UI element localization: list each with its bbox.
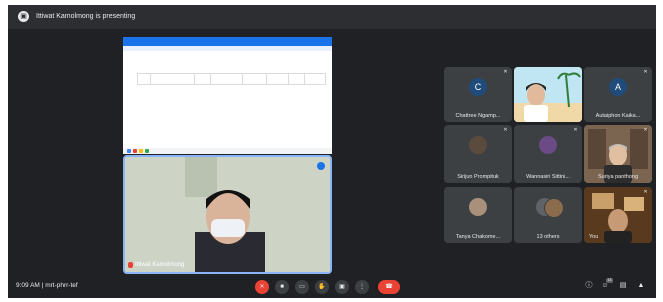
taskbar-icon [139, 149, 143, 153]
table-divider [150, 74, 151, 84]
participant-tile[interactable]: ✕ Suriya panthong [584, 125, 652, 183]
hang-up-icon: ☎ [385, 284, 393, 290]
mic-off-icon: ✕ [643, 189, 648, 195]
participant-name: You [589, 234, 599, 240]
mic-off-icon: ✕ [503, 127, 508, 133]
present-screen-icon: ▣ [18, 11, 29, 22]
participant-name: Suriya panthong [597, 174, 639, 180]
presenter-video [125, 157, 330, 272]
mic-off-icon [128, 262, 133, 268]
others-tile[interactable]: 13 others [514, 187, 582, 243]
mic-off-icon: ✕ [503, 69, 508, 75]
participant-name: Tanya Chakome... [455, 234, 501, 240]
control-bar: 9:09 AM | mrt-phrr-tef ✕ ■ ▭ ✋ ▣ ⋮ ☎ ⓘ ☺ [8, 277, 656, 298]
camera-icon: ■ [280, 284, 284, 290]
presenting-text: Ittiwat Kamolmong is presenting [36, 13, 136, 20]
people-button[interactable]: ☺ 13 [600, 278, 613, 291]
captions-icon: ▭ [299, 284, 305, 290]
participant-video [514, 67, 582, 122]
more-options-button[interactable]: ⋮ [355, 280, 369, 294]
speaking-indicator-icon [317, 162, 325, 170]
table-divider [288, 74, 289, 84]
chat-button[interactable]: ▤ [618, 281, 628, 291]
others-label: 13 others [536, 234, 560, 240]
participant-tile[interactable]: ✕ [514, 67, 582, 122]
taskbar-icon [133, 149, 137, 153]
chat-icon: ▤ [619, 282, 627, 289]
participant-count-badge: 13 [606, 278, 613, 283]
presenter-tile[interactable]: Ittiwat Kamolmong [123, 155, 332, 274]
meeting-info: 9:09 AM | mrt-phrr-tef [16, 282, 78, 289]
participant-name: Chattree Ngamp... [455, 113, 501, 119]
participant-tile[interactable]: ✕ Wannasiri Sittini... [514, 125, 582, 183]
participant-tile[interactable]: ✕ A Autaiphon Kaika... [584, 67, 652, 122]
self-tile[interactable]: ✕ You [584, 187, 652, 243]
info-icon: ⓘ [585, 282, 593, 289]
avatar: C [469, 78, 487, 96]
raise-hand-icon: ✋ [318, 284, 326, 290]
participant-name: Wannasiri Sittini... [526, 174, 570, 180]
present-button[interactable]: ▣ [335, 280, 349, 294]
mic-off-icon: ✕ [573, 69, 578, 75]
avatar [544, 198, 564, 218]
table-divider [194, 74, 195, 84]
mic-toggle-button[interactable]: ✕ [255, 280, 269, 294]
more-options-icon: ⋮ [359, 284, 365, 290]
avatar [469, 136, 487, 154]
participant-name: Sirijun Prompituk [457, 174, 499, 180]
meeting-time: 9:09 AM [16, 282, 40, 289]
taskbar-icon [127, 149, 131, 153]
raise-hand-button[interactable]: ✋ [315, 280, 329, 294]
meet-window: ▣ Ittiwat Kamolmong is presenting Ittiwa… [8, 5, 656, 298]
shared-screen-taskbar [123, 148, 332, 154]
avatar: A [609, 78, 627, 96]
meeting-details-button[interactable]: ⓘ [584, 281, 594, 291]
avatar [539, 136, 557, 154]
participant-tile[interactable]: ✕ C Chattree Ngamp... [444, 67, 512, 122]
meeting-separator: | [41, 282, 44, 289]
table-divider [266, 74, 267, 84]
participant-tile[interactable]: Tanya Chakome... [444, 187, 512, 243]
shared-screen-header [123, 37, 332, 46]
captions-button[interactable]: ▭ [295, 280, 309, 294]
participant-name: Autaiphon Kaika... [595, 113, 641, 119]
present-icon: ▣ [339, 284, 345, 290]
mic-off-icon: ✕ [259, 284, 265, 290]
meeting-code: mrt-phrr-tef [45, 282, 78, 289]
camera-toggle-button[interactable]: ■ [275, 280, 289, 294]
mic-off-icon: ✕ [573, 127, 578, 133]
shared-screen-table [137, 73, 326, 85]
shared-screen [123, 37, 332, 154]
taskbar-icon [145, 149, 149, 153]
mic-off-icon: ✕ [643, 127, 648, 133]
table-divider [210, 74, 211, 84]
presenter-name: Ittiwat Kamolmong [135, 262, 185, 268]
table-divider [304, 74, 305, 84]
avatar [469, 198, 487, 216]
participant-tile[interactable]: ✕ Sirijun Prompituk [444, 125, 512, 183]
table-divider [242, 74, 243, 84]
leave-call-button[interactable]: ☎ [378, 280, 400, 294]
shared-screen-toolbar [123, 46, 332, 51]
presenting-bar: ▣ Ittiwat Kamolmong is presenting [8, 5, 656, 29]
mic-off-icon: ✕ [643, 69, 648, 75]
activities-button[interactable]: ▲ [636, 281, 646, 291]
activities-icon: ▲ [637, 282, 645, 289]
people-icon: ☺ [601, 282, 609, 289]
